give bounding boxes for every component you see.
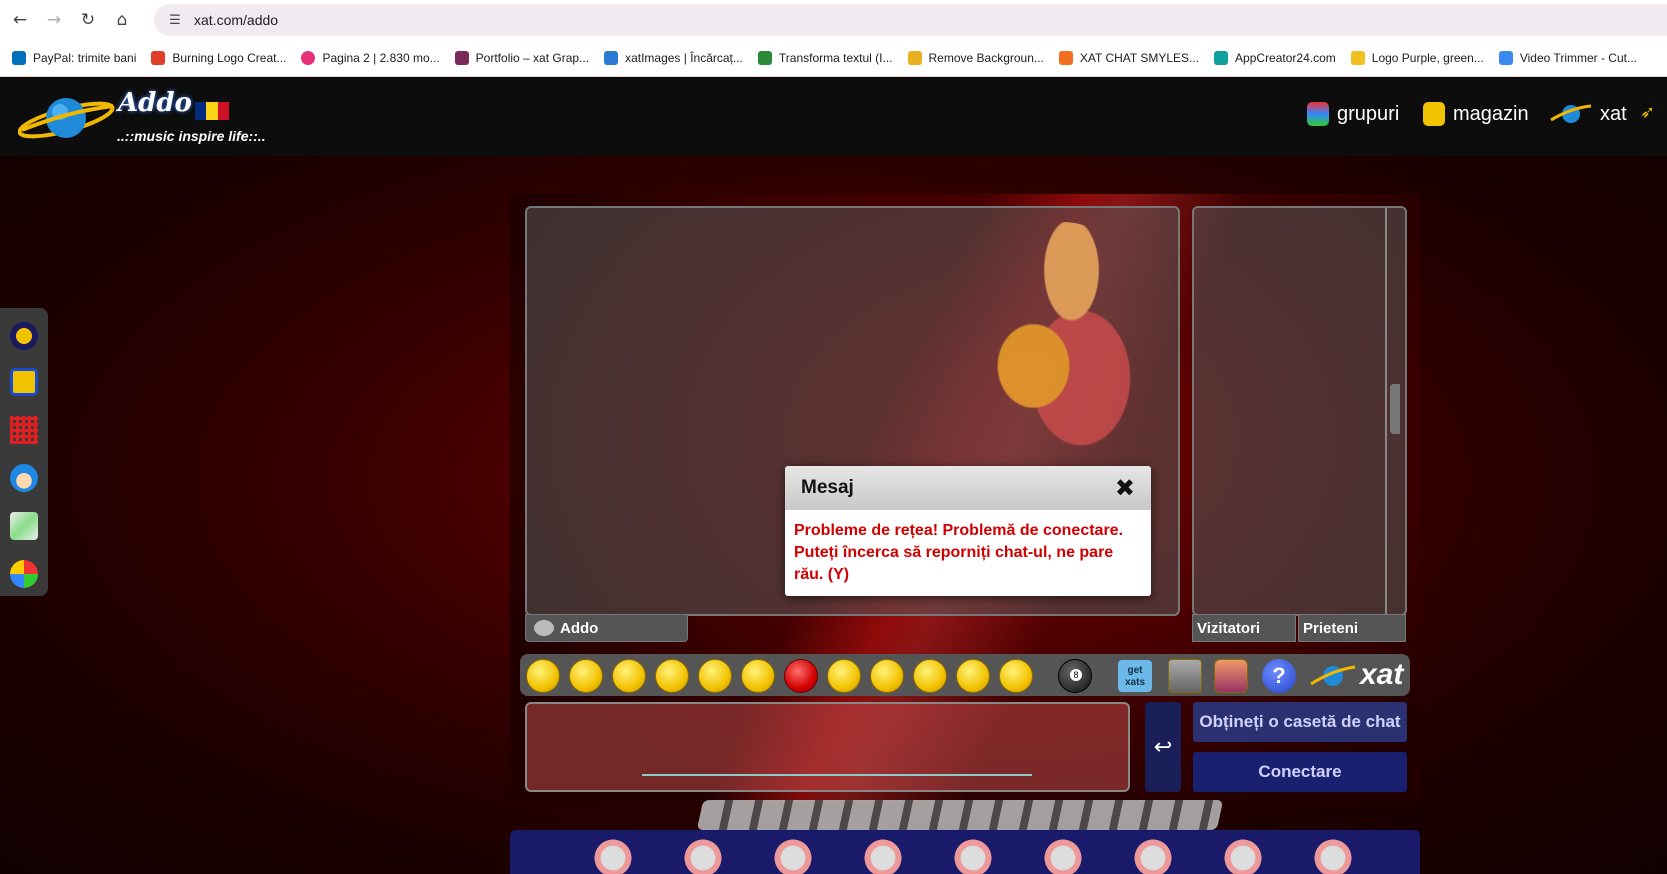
sad-emoji-icon[interactable] [913, 659, 947, 693]
angry-emoji-icon[interactable] [784, 659, 818, 693]
tab-main-chat[interactable]: Addo [525, 614, 688, 642]
bear-face-icon[interactable] [590, 838, 636, 874]
angel-bear-face-icon[interactable] [1040, 838, 1086, 874]
bookmarks-bar: PayPal: trimite bani Burning Logo Creat.… [0, 40, 1667, 77]
forward-arrow-icon[interactable]: → [42, 8, 66, 32]
bookmark-item[interactable]: Burning Logo Creat... [151, 51, 286, 65]
romania-flag-icon [195, 102, 229, 120]
bear-face-icon[interactable] [680, 838, 726, 874]
user-list[interactable] [1192, 206, 1407, 616]
planet-logo-icon[interactable] [18, 90, 118, 145]
get-xats-button[interactable]: get xats [1118, 660, 1152, 692]
bear-face-icon[interactable] [1130, 838, 1176, 874]
nav-groups[interactable]: grupuri [1307, 102, 1399, 126]
bookmark-item[interactable]: Logo Purple, green... [1350, 51, 1484, 65]
tongue-emoji-icon[interactable] [698, 659, 732, 693]
bookmark-item[interactable]: Transforma textul (I... [757, 51, 893, 65]
bear-face-icon[interactable] [1310, 838, 1356, 874]
back-arrow-icon[interactable]: ← [8, 8, 32, 32]
bookmark-item[interactable]: PayPal: trimite bani [12, 51, 136, 65]
bookmark-item[interactable]: AppCreator24.com [1214, 51, 1336, 65]
bookmark-item[interactable]: Pagina 2 | 2.830 mo... [301, 51, 440, 65]
paypal-icon [12, 51, 26, 65]
bookmark-item[interactable]: Remove Backgroun... [907, 51, 1044, 65]
remove-bg-icon [907, 51, 922, 65]
confused-emoji-icon[interactable] [827, 659, 861, 693]
bear-face-icon[interactable] [770, 838, 816, 874]
bear-face-icon[interactable] [860, 838, 906, 874]
surprised-emoji-icon[interactable] [655, 659, 689, 693]
users-icon[interactable] [1214, 659, 1248, 693]
message-input[interactable] [525, 702, 1130, 792]
banner-graphic [696, 800, 1224, 830]
help-button[interactable]: ? [1262, 659, 1296, 693]
tab-friends[interactable]: Prieteni [1298, 614, 1406, 642]
message-dialog: Mesaj ✖ Probleme de rețea! Problemă de c… [785, 466, 1151, 596]
dialog-header: Mesaj ✖ [785, 466, 1151, 510]
sunglasses-emoji-icon[interactable] [741, 659, 775, 693]
grin-emoji-icon[interactable] [569, 659, 603, 693]
media-player-icon[interactable] [10, 368, 38, 396]
xat-planet-icon [1550, 104, 1592, 123]
side-toolbar [0, 308, 48, 596]
drop-icon [301, 51, 316, 65]
dialog-title: Mesaj [801, 477, 854, 498]
emoji-bar: get xats ? xat [520, 654, 1410, 696]
bookmark-item[interactable]: Portfolio – xat Grap... [454, 51, 589, 65]
sparkle-icon [1350, 51, 1365, 65]
video-trimmer-icon [1498, 51, 1513, 65]
site-subtitle: ..::music inspire life::.. [117, 128, 266, 144]
blush-emoji-icon[interactable] [870, 659, 904, 693]
site-title[interactable]: Addo [118, 88, 192, 118]
portfolio-icon [454, 51, 469, 65]
browser-toolbar: ← → ↻ ⌂ ☰ xat.com/addo [0, 0, 1667, 40]
user-list-scrollbar[interactable] [1385, 208, 1387, 614]
sound-icon[interactable] [1168, 659, 1202, 693]
flame-icon [151, 51, 166, 65]
address-bar[interactable]: ☰ xat.com/addo [154, 4, 1667, 36]
get-chat-box-button[interactable]: Obțineți o casetă de chat [1193, 702, 1407, 742]
close-icon[interactable]: ✖ [1115, 474, 1135, 502]
bookmark-item[interactable]: xatImages | Încărcaț... [604, 51, 743, 65]
wink-emoji-icon[interactable] [612, 659, 646, 693]
eight-ball-icon[interactable] [1058, 659, 1092, 693]
chat-bubble-icon [534, 620, 554, 636]
nav-xat[interactable]: xat [1550, 102, 1627, 126]
dialog-message: Probleme de rețea! Problemă de conectare… [794, 522, 1124, 583]
appcreator-icon [1214, 51, 1229, 65]
blogger-icon [1058, 51, 1073, 65]
site-settings-icon[interactable]: ☰ [166, 11, 184, 29]
grid-app-icon[interactable] [10, 416, 38, 444]
home-icon[interactable]: ⌂ [110, 8, 134, 32]
bottom-strip [510, 830, 1420, 874]
hand-app-icon[interactable] [10, 512, 38, 540]
url-text[interactable]: xat.com/addo [194, 12, 278, 28]
input-underline [642, 774, 1032, 776]
nav-shop[interactable]: magazin [1423, 102, 1529, 126]
rocket-icon[interactable]: ➶ [1640, 102, 1655, 123]
connect-button[interactable]: Conectare [1193, 752, 1407, 792]
xat-app-icon[interactable] [10, 322, 38, 350]
groups-icon [1307, 102, 1329, 126]
tab-visitors[interactable]: Vizitatori [1192, 614, 1296, 642]
smile-emoji-icon[interactable] [526, 659, 560, 693]
site-header: Addo ..::music inspire life::.. grupuri … [0, 78, 1667, 156]
bookmark-item[interactable]: XAT CHAT SMYLES... [1058, 51, 1199, 65]
crying-emoji-icon[interactable] [956, 659, 990, 693]
avatar-app-icon[interactable] [10, 464, 38, 492]
shop-bag-icon [1423, 102, 1445, 126]
xat-brand[interactable]: xat [1360, 658, 1403, 692]
content-emoji-icon[interactable] [999, 659, 1033, 693]
background-image [967, 222, 1157, 462]
text-transform-icon [757, 51, 772, 65]
bookmark-item[interactable]: Video Trimmer - Cut... [1498, 51, 1637, 65]
send-button[interactable]: ↩ [1145, 702, 1181, 792]
bear-face-icon[interactable] [950, 838, 996, 874]
upload-icon [604, 51, 619, 65]
apps-grid-icon[interactable] [10, 560, 38, 588]
xat-planet-icon [1310, 665, 1356, 686]
reload-icon[interactable]: ↻ [76, 8, 100, 32]
bear-face-icon[interactable] [1220, 838, 1266, 874]
